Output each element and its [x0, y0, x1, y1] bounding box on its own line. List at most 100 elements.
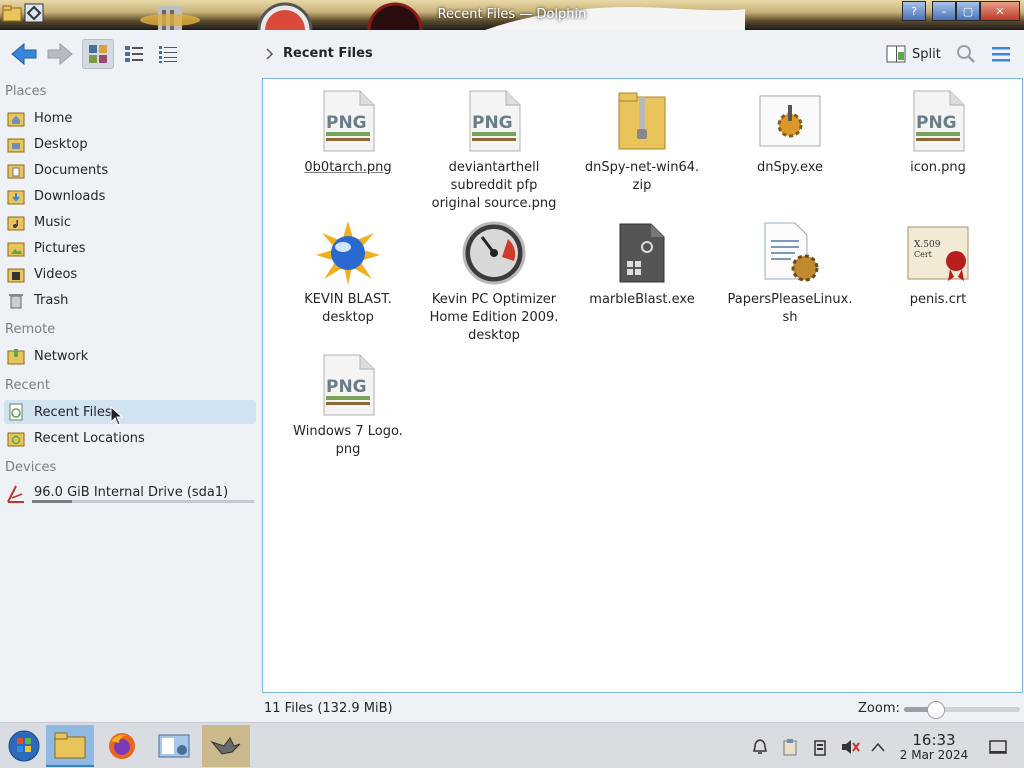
- sidebar-item-desktop[interactable]: Desktop: [4, 132, 256, 156]
- file-item[interactable]: PapersPleaseLinux. sh: [717, 221, 863, 327]
- section-devices: Devices: [5, 460, 57, 475]
- zoom-slider-handle[interactable]: [927, 701, 946, 719]
- file-item[interactable]: dnSpy-net-win64. zip: [569, 89, 715, 195]
- back-arrow-icon: [11, 42, 37, 66]
- file-view[interactable]: PNG 0b0tarch.png PNG deviantarthell subr…: [262, 78, 1023, 693]
- back-button[interactable]: [8, 39, 40, 69]
- sidebar-item-recent-locations[interactable]: Recent Locations: [4, 426, 256, 450]
- section-remote: Remote: [5, 322, 56, 337]
- gauge-icon: [462, 221, 526, 285]
- icons-view-button[interactable]: [82, 39, 114, 69]
- file-item[interactable]: X.509 Cert penis.crt: [865, 221, 1011, 309]
- minimize-button[interactable]: –: [932, 1, 956, 21]
- home-folder-icon: [6, 108, 26, 128]
- zoom-label: Zoom:: [858, 701, 900, 716]
- sidebar-item-network[interactable]: Network: [4, 344, 256, 368]
- details-view-icon: [159, 46, 177, 63]
- pictures-folder-icon: [6, 238, 26, 258]
- documents-folder-icon: [6, 160, 26, 180]
- svg-text:PNG: PNG: [326, 113, 367, 133]
- exe-gear-icon: [758, 89, 822, 153]
- hamburger-menu-icon: [992, 47, 1010, 62]
- desktop-folder-icon: [6, 134, 26, 154]
- firefox-icon: [109, 733, 135, 759]
- sidebar-item-documents[interactable]: Documents: [4, 158, 256, 182]
- network-folder-icon: [6, 346, 26, 366]
- clock-time: 16:33: [912, 731, 956, 749]
- svg-text:PNG: PNG: [472, 113, 513, 133]
- volume-muted-icon[interactable]: [840, 737, 860, 757]
- breadcrumb-recent-files[interactable]: Recent Files: [283, 46, 373, 61]
- clipboard-tray-icon[interactable]: [780, 737, 800, 757]
- maximize-button[interactable]: ▢: [956, 1, 980, 21]
- start-menu-button[interactable]: [0, 725, 48, 767]
- sidebar-item-videos[interactable]: Videos: [4, 262, 256, 286]
- svg-text:Cert: Cert: [914, 250, 933, 259]
- file-item[interactable]: PNG 0b0tarch.png: [275, 89, 421, 177]
- forward-button[interactable]: [44, 39, 76, 69]
- search-button[interactable]: [954, 39, 978, 69]
- zoom-slider[interactable]: [904, 701, 1020, 719]
- trash-icon: [6, 290, 26, 310]
- mouse-cursor-icon: [110, 406, 124, 426]
- png-file-icon: PNG: [316, 353, 380, 417]
- section-recent: Recent: [5, 378, 50, 393]
- help-button[interactable]: ?: [902, 1, 926, 21]
- show-desktop-icon[interactable]: [988, 737, 1008, 757]
- png-file-icon: PNG: [316, 89, 380, 153]
- file-item[interactable]: marbleBlast.exe: [569, 221, 715, 309]
- start-orb-icon: [8, 730, 40, 762]
- split-button[interactable]: Split: [886, 39, 946, 69]
- title-bar[interactable]: Recent Files — Dolphin ? – ▢ ✕: [0, 0, 1024, 30]
- notifications-icon[interactable]: [750, 737, 770, 757]
- file-item[interactable]: KEVIN BLAST. desktop: [275, 221, 421, 327]
- places-panel: Places Home Desktop Documents Downloads …: [0, 78, 262, 698]
- compact-view-icon: [125, 46, 143, 62]
- recent-locations-icon: [6, 428, 26, 448]
- toolbar: Split Recent Files: [0, 30, 1024, 78]
- sidebar-item-pictures[interactable]: Pictures: [4, 236, 256, 260]
- file-count-summary: 11 Files (132.9 MiB): [264, 701, 393, 716]
- taskbar-firefox[interactable]: [98, 725, 146, 767]
- sidebar-item-downloads[interactable]: Downloads: [4, 184, 256, 208]
- sidebar-item-recent-files[interactable]: Recent Files: [4, 400, 256, 424]
- downloads-folder-icon: [6, 186, 26, 206]
- close-button[interactable]: ✕: [980, 1, 1020, 21]
- clock[interactable]: 16:33 2 Mar 2024: [898, 732, 970, 762]
- taskbar-file-manager[interactable]: [46, 725, 94, 767]
- taskbar-system-settings[interactable]: [150, 725, 198, 767]
- sidebar-item-music[interactable]: Music: [4, 210, 256, 234]
- status-bar: 11 Files (132.9 MiB) Zoom:: [262, 697, 1024, 721]
- sidebar-item-internal-drive[interactable]: 96.0 GiB Internal Drive (sda1): [4, 480, 256, 508]
- window-title: Recent Files — Dolphin: [437, 7, 587, 22]
- hamburger-menu-button[interactable]: [988, 39, 1014, 69]
- compact-view-button[interactable]: [118, 39, 150, 69]
- clock-date: 2 Mar 2024: [899, 748, 969, 762]
- icons-view-icon: [89, 45, 107, 63]
- png-file-icon: PNG: [462, 89, 526, 153]
- recent-files-icon: [6, 402, 26, 422]
- taskbar-active-app[interactable]: [202, 725, 250, 767]
- app-eagle-icon: [210, 737, 241, 755]
- file-item[interactable]: Kevin PC Optimizer Home Edition 2009. de…: [421, 221, 567, 345]
- breadcrumb-chevron-icon[interactable]: [265, 48, 275, 60]
- svg-text:X.509: X.509: [914, 240, 941, 250]
- file-item[interactable]: PNG deviantarthell subreddit pfp origina…: [421, 89, 567, 213]
- battery-tray-icon[interactable]: [810, 737, 830, 757]
- blast-orb-icon: [316, 221, 380, 285]
- chevron-up-icon[interactable]: [868, 737, 888, 757]
- music-folder-icon: [6, 212, 26, 232]
- file-item[interactable]: PNG Windows 7 Logo. png: [275, 353, 421, 459]
- script-file-icon: [758, 221, 822, 285]
- sidebar-item-trash[interactable]: Trash: [4, 288, 256, 312]
- file-item[interactable]: PNG icon.png: [865, 89, 1011, 177]
- drive-usage-bar: [32, 500, 254, 503]
- forward-arrow-icon: [47, 42, 73, 66]
- drive-icon: [6, 484, 26, 504]
- sidebar-item-home[interactable]: Home: [4, 106, 256, 130]
- search-icon: [957, 45, 975, 63]
- drive-usage-fill: [32, 500, 72, 503]
- folder-icon: [54, 732, 86, 759]
- file-item[interactable]: dnSpy.exe: [717, 89, 863, 177]
- details-view-button[interactable]: [152, 39, 184, 69]
